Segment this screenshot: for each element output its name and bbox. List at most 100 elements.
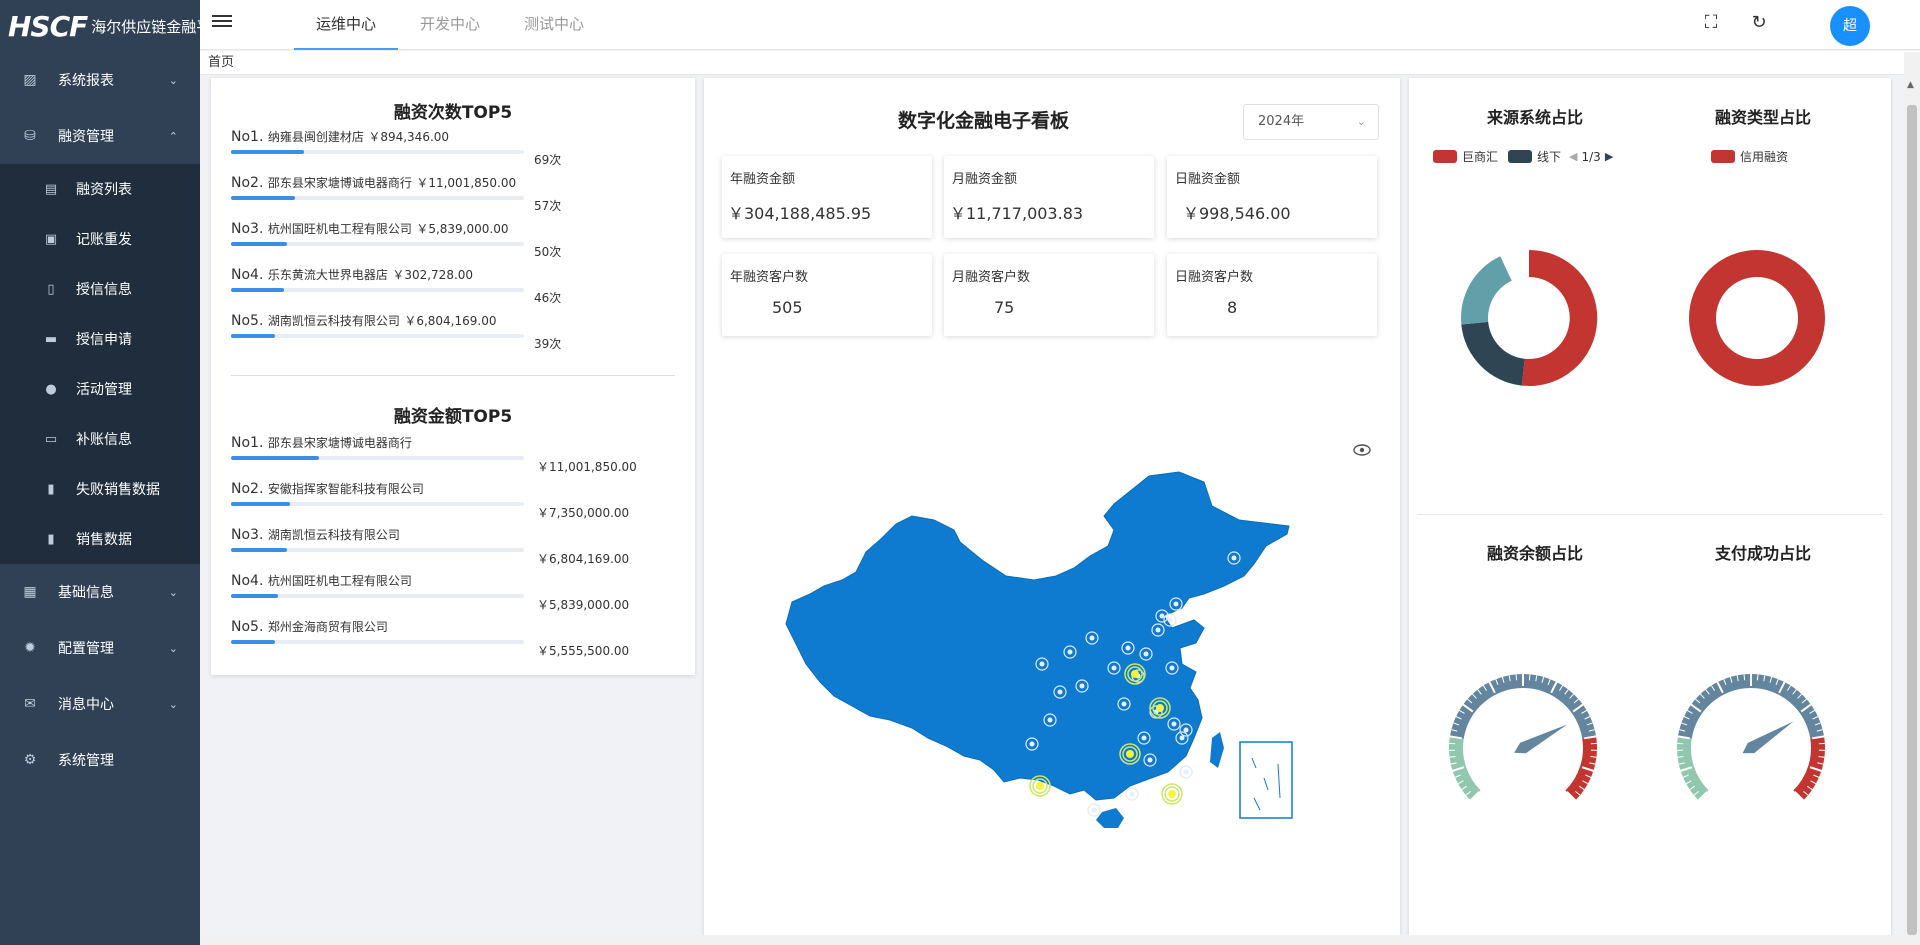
breadcrumb[interactable]: 首页 — [200, 51, 1920, 75]
sidebar-item-system[interactable]: ⚙ 系统管理 — [0, 732, 200, 788]
hamburger-icon[interactable] — [212, 12, 232, 30]
fullscreen-icon[interactable]: ⛶ — [1700, 12, 1722, 34]
gauge-band-high — [1565, 736, 1597, 801]
bulb-icon: ● — [45, 381, 57, 397]
map-point[interactable] — [1179, 735, 1185, 741]
progress-bar — [231, 594, 524, 598]
progress-bar — [231, 196, 524, 200]
mail-icon: ✉ — [24, 696, 36, 712]
source-donut-chart[interactable] — [1449, 238, 1609, 398]
map-point[interactable] — [1029, 741, 1035, 747]
map-point[interactable] — [1155, 627, 1161, 633]
sidebar-item-activity[interactable]: ● 活动管理 — [0, 364, 200, 414]
sidebar-item-resend[interactable]: ▣ 记账重发 — [0, 214, 200, 264]
map-point[interactable] — [1167, 617, 1173, 623]
sidebar-item-reports[interactable]: ▨ 系统报表 ⌄ — [0, 52, 200, 108]
legend-label[interactable]: 线下 — [1537, 148, 1561, 165]
map-point[interactable] — [1039, 661, 1045, 667]
map-point[interactable] — [1171, 721, 1177, 727]
map-point[interactable] — [1147, 757, 1153, 763]
sidebar-item-label: 基础信息 — [58, 585, 114, 601]
sidebar-item-messages[interactable]: ✉ 消息中心 ⌄ — [0, 676, 200, 732]
sidebar: HSCF 海尔供应链金融平台 ▨ 系统报表 ⌄ ⛁ 融资管理 ⌃ ▤ 融资列表 … — [0, 0, 200, 945]
type-donut-chart[interactable] — [1677, 238, 1837, 398]
china-map[interactable] — [784, 468, 1364, 888]
sidebar-item-financing[interactable]: ⛁ 融资管理 ⌃ — [0, 108, 200, 164]
gauge-tick — [1515, 674, 1518, 681]
map-point[interactable] — [1057, 689, 1063, 695]
map-point[interactable] — [1183, 769, 1189, 775]
tab-dev[interactable]: 开发中心 — [398, 0, 502, 50]
tab-test[interactable]: 测试中心 — [502, 0, 606, 50]
sidebar-item-sales[interactable]: ▮ 销售数据 — [0, 514, 200, 564]
amount-rank-item: No3. 湖南凯恒云科技有限公司 ￥6,804,169.00 — [231, 526, 671, 566]
company-name: 湖南凯恒云科技有限公司 — [267, 528, 400, 542]
chevron-down-icon: ⌄ — [168, 697, 178, 711]
sidebar-item-financing-list[interactable]: ▤ 融资列表 — [0, 164, 200, 214]
refresh-icon[interactable]: ↻ — [1748, 12, 1770, 34]
company-name: 杭州国旺机电工程有限公司 — [267, 574, 412, 588]
map-point[interactable] — [1121, 701, 1127, 707]
stat-label: 月融资客户数 — [952, 270, 1031, 285]
map-point[interactable] — [1141, 735, 1147, 741]
rank-label: No2. 邵东县宋家塘博诚电器商行 ￥11,001,850.00 — [231, 174, 671, 191]
legend-label[interactable]: 巨商汇 — [1462, 148, 1498, 165]
eye-icon[interactable] — [1353, 444, 1371, 456]
scroll-up-icon[interactable]: ▲ — [1907, 80, 1914, 90]
balance-chart-title: 融资余额占比 — [1486, 544, 1583, 563]
map-point[interactable] — [1231, 555, 1237, 561]
sidebar-item-basic-info[interactable]: ▦ 基础信息 ⌄ — [0, 564, 200, 620]
pay-gauge[interactable] — [1671, 668, 1831, 828]
count-rank-item: No4. 乐东黄流大世界电器店 ￥302,728.00 46次 — [231, 266, 671, 305]
sidebar-item-config[interactable]: ✹ 配置管理 ⌄ — [0, 620, 200, 676]
map-point[interactable] — [1091, 807, 1097, 813]
rank-no: No3. — [231, 221, 264, 237]
map-point[interactable] — [1129, 791, 1135, 797]
map-point[interactable] — [1159, 613, 1165, 619]
folder-plus-icon: ▭ — [44, 431, 58, 447]
map-point[interactable] — [1111, 665, 1117, 671]
map-point[interactable] — [1183, 727, 1189, 733]
map-point[interactable] — [1079, 683, 1085, 689]
map-point[interactable] — [1143, 651, 1149, 657]
scrollbar-thumb[interactable] — [1907, 105, 1917, 935]
map-hotspot[interactable] — [1156, 704, 1164, 712]
balance-gauge[interactable] — [1443, 668, 1603, 828]
map-hotspot[interactable] — [1168, 790, 1176, 798]
year-select[interactable]: 2024年 ⌄ — [1243, 104, 1379, 140]
map-point[interactable] — [1169, 665, 1175, 671]
gauge-tick — [1528, 674, 1531, 681]
sidebar-item-credit-info[interactable]: ▯ 授信信息 — [0, 264, 200, 314]
map-point[interactable] — [1173, 601, 1179, 607]
sidebar-item-credit-apply[interactable]: ▬ 授信申请 — [0, 314, 200, 364]
legend-prev-icon[interactable]: ◀ — [1569, 150, 1577, 163]
map-point[interactable] — [1125, 645, 1131, 651]
count-rank-item: No1. 纳雍县闽创建材店 ￥894,346.00 69次 — [231, 128, 671, 167]
rank-value: ￥5,555,500.00 — [537, 644, 630, 658]
clipboard-icon: ▮ — [47, 531, 55, 547]
top5-panel: 融资次数TOP5 No1. 纳雍县闽创建材店 ￥894,346.00 69次 No2… — [211, 78, 695, 675]
amount-top5-title: 融资金额TOP5 — [393, 407, 513, 427]
rank-value: ￥6,804,169.00 — [537, 552, 630, 566]
chevron-down-icon: ⌄ — [168, 641, 178, 655]
database-icon: ⛁ — [24, 128, 36, 144]
tab-ops[interactable]: 运维中心 — [294, 0, 398, 50]
map-hotspot[interactable] — [1126, 750, 1134, 758]
source-legend: 巨商汇 线下 ◀ 1/3 ▶ — [1433, 148, 1613, 165]
map-point[interactable] — [1047, 717, 1053, 723]
map-inset-islands — [1251, 757, 1281, 811]
map-hotspot[interactable] — [1036, 782, 1044, 790]
sidebar-item-label: 销售数据 — [76, 532, 132, 548]
horizontal-scrollbar[interactable] — [200, 935, 1904, 945]
avatar[interactable]: 超 — [1830, 6, 1870, 46]
sidebar-item-label: 活动管理 — [76, 382, 132, 398]
map-point[interactable] — [1089, 635, 1095, 641]
donut-segment-jushanghui — [1521, 249, 1598, 386]
sidebar-item-supplement[interactable]: ▭ 补账信息 — [0, 414, 200, 464]
map-hotspot[interactable] — [1131, 670, 1139, 678]
legend-next-icon[interactable]: ▶ — [1605, 150, 1613, 163]
legend-label[interactable]: 信用融资 — [1740, 148, 1788, 165]
map-point[interactable] — [1067, 649, 1073, 655]
sidebar-item-failed-sales[interactable]: ▮ 失败销售数据 — [0, 464, 200, 514]
progress-fill — [231, 150, 305, 154]
